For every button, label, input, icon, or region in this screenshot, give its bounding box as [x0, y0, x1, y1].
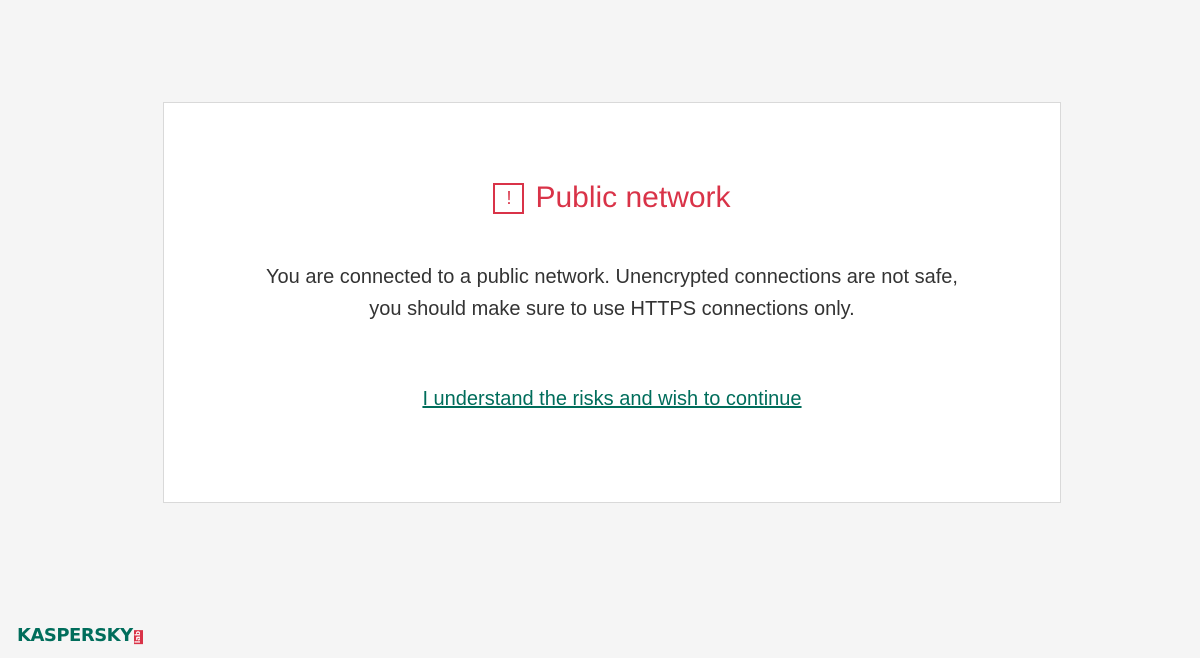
warning-card: ! Public network You are connected to a …: [163, 102, 1061, 503]
warning-header: ! Public network: [164, 178, 1060, 218]
continue-link[interactable]: I understand the risks and wish to conti…: [422, 388, 801, 410]
exclamation-icon: !: [493, 182, 525, 214]
warning-message: You are connected to a public network. U…: [164, 261, 1060, 325]
logo-wordmark: KASPERSKY: [17, 625, 133, 646]
warning-message-line-1: You are connected to a public network. U…: [266, 266, 958, 288]
logo-lab-badge: lab: [133, 629, 143, 644]
page-title: Public network: [535, 181, 731, 214]
warning-message-line-2: you should make sure to use HTTPS connec…: [369, 298, 855, 320]
continue-link-container: I understand the risks and wish to conti…: [164, 385, 1060, 413]
kaspersky-logo: KASPERSKY lab: [17, 625, 143, 647]
